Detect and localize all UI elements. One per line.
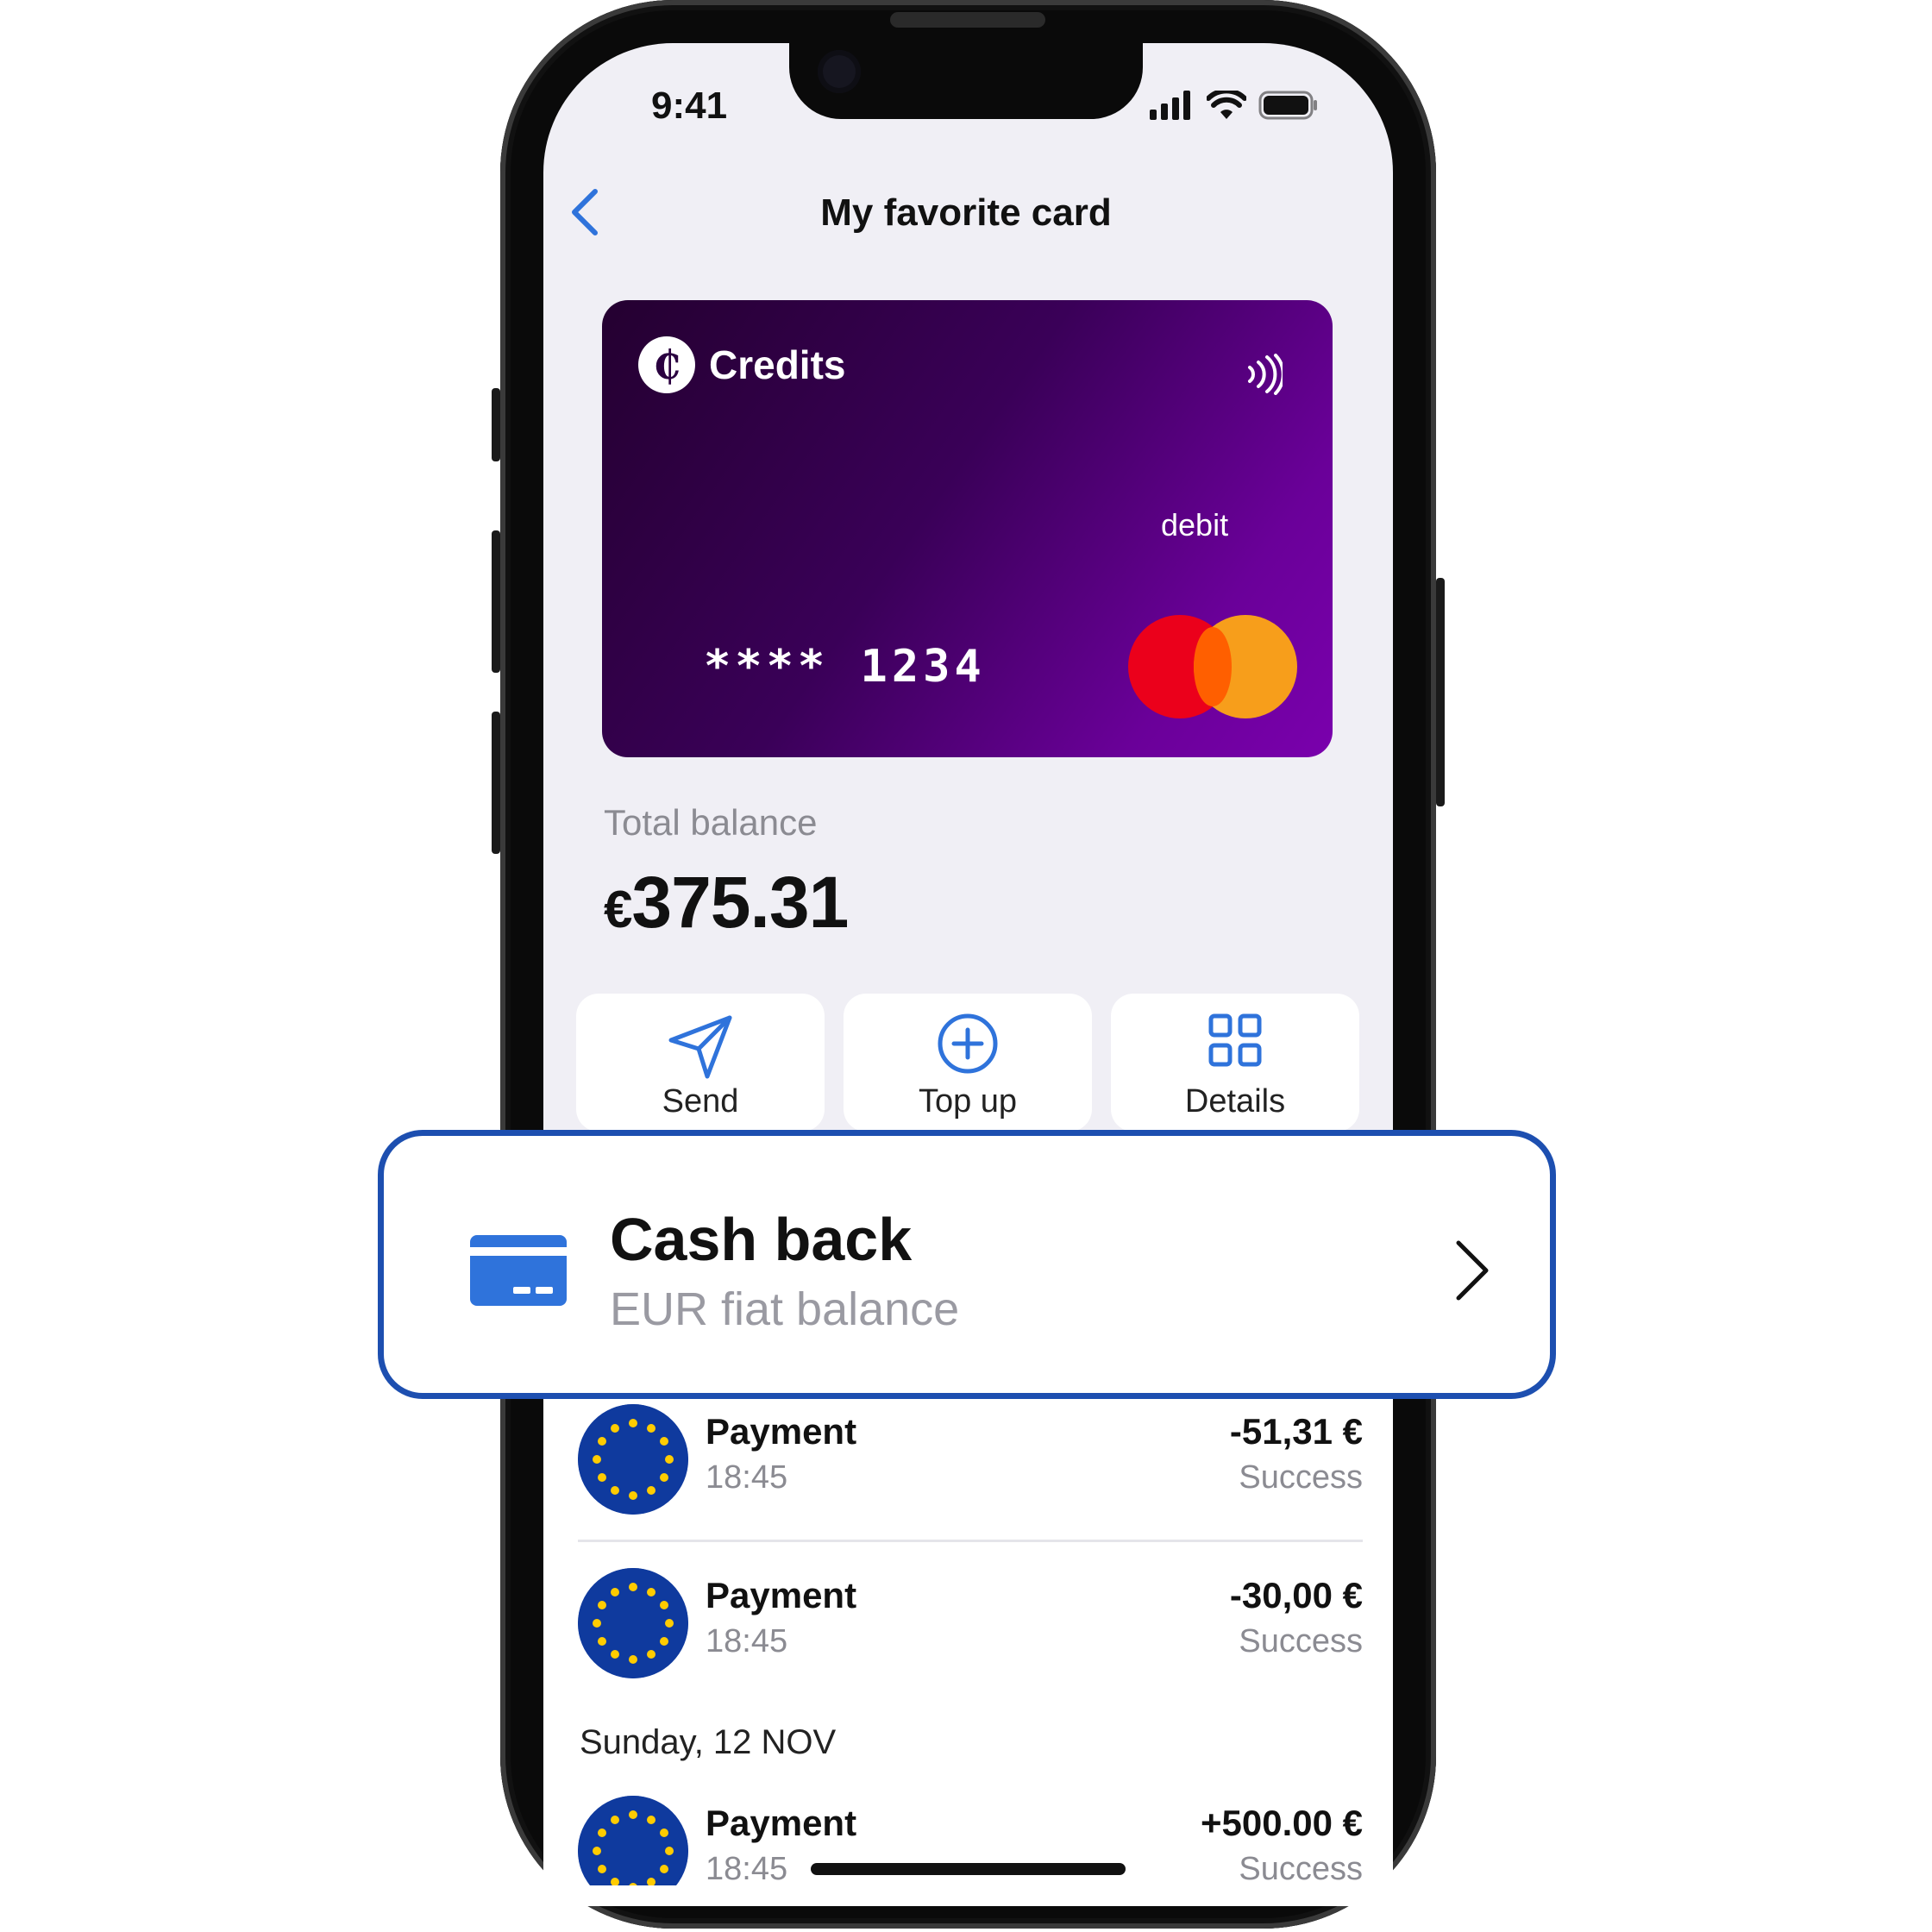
credit-card-icon — [470, 1235, 567, 1306]
details-label: Details — [1184, 1083, 1286, 1120]
volume-up-button — [492, 530, 500, 673]
callout-subtitle: EUR fiat balance — [610, 1283, 960, 1335]
power-button — [1436, 578, 1445, 806]
transaction-status: Success — [1239, 1851, 1363, 1885]
status-icons — [1150, 90, 1319, 121]
bank-card[interactable]: ₵ Credits debit **** 1234 — [602, 300, 1333, 757]
credits-logo-icon: ₵ — [638, 336, 695, 393]
wifi-icon — [1207, 91, 1246, 119]
mastercard-logo-icon — [1128, 615, 1297, 718]
eu-flag-icon — [578, 1796, 688, 1885]
balance-value: 375.31 — [631, 862, 849, 943]
card-logo: ₵ Credits — [638, 336, 845, 393]
mute-switch — [492, 388, 500, 461]
chevron-left-icon — [572, 189, 598, 235]
details-button[interactable]: Details — [1111, 994, 1359, 1132]
balance-label: Total balance — [604, 802, 818, 843]
plus-circle-icon — [938, 1013, 998, 1074]
callout-title: Cash back — [610, 1206, 913, 1273]
transaction-amount: +500.00 € — [1200, 1803, 1363, 1843]
status-time: 9:41 — [651, 85, 728, 127]
page-title: My favorite card — [820, 191, 1112, 234]
transaction-title: Payment — [706, 1575, 857, 1615]
earpiece-speaker — [890, 12, 1045, 28]
grid-icon — [1208, 1013, 1262, 1067]
balance-currency: € — [604, 881, 632, 938]
card-type: debit — [1161, 507, 1229, 543]
send-icon — [668, 1015, 732, 1079]
volume-down-button — [492, 712, 500, 854]
cash-back-callout[interactable]: Cash back EUR fiat balance — [378, 1130, 1556, 1399]
top-up-label: Top up — [918, 1083, 1018, 1120]
transaction-title: Payment — [706, 1411, 857, 1452]
send-button[interactable]: Send — [576, 994, 825, 1132]
top-up-button[interactable]: Top up — [844, 994, 1092, 1132]
cellular-signal-icon — [1150, 91, 1190, 120]
front-camera — [818, 50, 861, 93]
date-section-header: Sunday, 12 NOV — [580, 1723, 837, 1761]
divider — [578, 1540, 1363, 1542]
card-number: **** 1234 — [704, 641, 986, 693]
transaction-time: 18:45 — [706, 1851, 788, 1885]
chevron-right-icon — [1456, 1240, 1489, 1301]
card-brand: Credits — [709, 342, 846, 387]
home-indicator[interactable] — [811, 1863, 1126, 1875]
transaction-row[interactable]: Payment 18:45 -30,00 € Success — [578, 1568, 1363, 1680]
balance-amount: €375.31 — [604, 861, 849, 944]
transaction-amount: -51,31 € — [1229, 1411, 1363, 1452]
transaction-amount: -30,00 € — [1229, 1575, 1363, 1615]
eu-flag-icon — [578, 1404, 688, 1515]
transaction-time: 18:45 — [706, 1623, 788, 1659]
contactless-icon — [1248, 354, 1283, 395]
eu-flag-icon — [578, 1568, 688, 1678]
battery-icon — [1258, 91, 1317, 120]
transaction-row[interactable]: Payment 18:45 -51,31 € Success — [578, 1404, 1363, 1516]
transaction-status: Success — [1239, 1623, 1363, 1659]
back-button[interactable] — [569, 188, 600, 241]
send-label: Send — [662, 1083, 739, 1120]
transaction-status: Success — [1239, 1459, 1363, 1496]
transaction-time: 18:45 — [706, 1459, 788, 1496]
transaction-title: Payment — [706, 1803, 857, 1843]
